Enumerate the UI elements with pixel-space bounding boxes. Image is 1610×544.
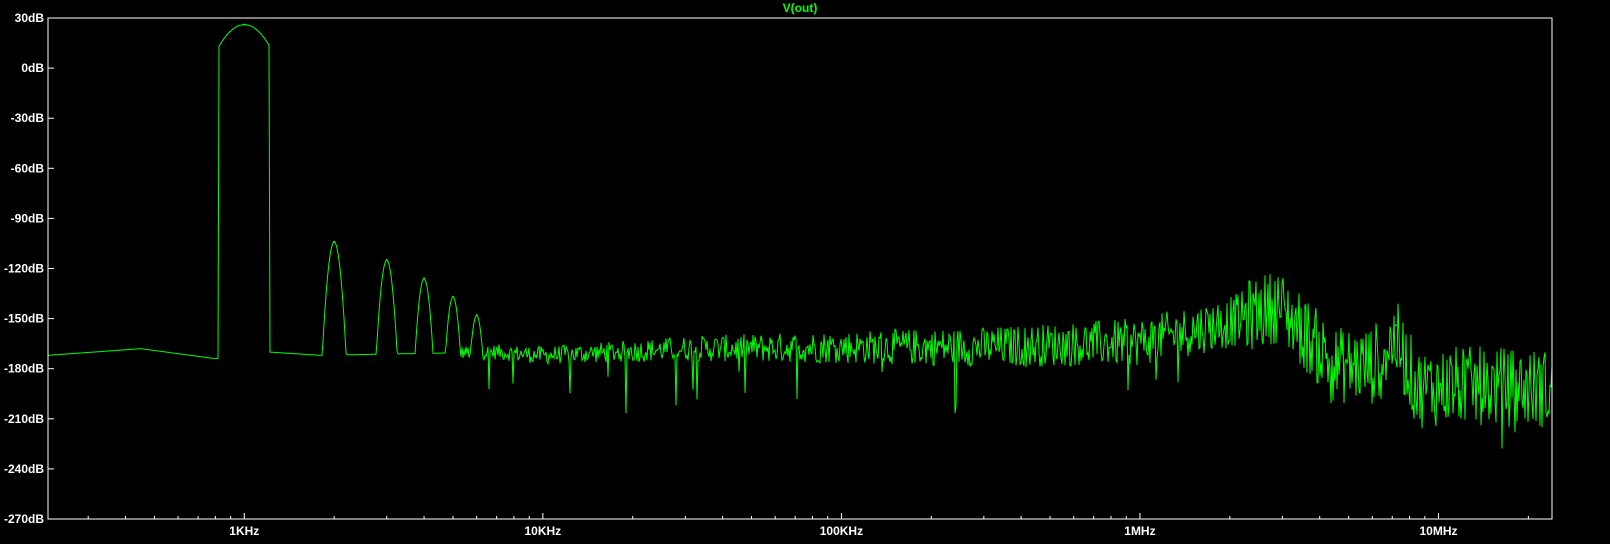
peak-point bbox=[451, 295, 454, 298]
peak-point bbox=[1394, 324, 1397, 327]
peak-point bbox=[243, 23, 246, 26]
y-tick-label: -240dB bbox=[4, 462, 44, 476]
peak-point bbox=[385, 259, 388, 262]
y-tick-label: 30dB bbox=[15, 11, 45, 25]
y-tick-label: -90dB bbox=[11, 211, 45, 225]
y-tick-label: 0dB bbox=[21, 61, 44, 75]
chart-title: V(out) bbox=[783, 1, 818, 15]
peak-point bbox=[423, 277, 426, 280]
plot-background bbox=[0, 0, 1610, 544]
y-tick-label: -210dB bbox=[4, 412, 44, 426]
x-tick-label: 1MHz bbox=[1124, 524, 1155, 538]
y-tick-label: -270dB bbox=[4, 512, 44, 526]
fft-plot: V(out) 30dB 0dB -30dB -60dB -90dB -120dB -150d… bbox=[0, 0, 1610, 544]
y-tick-label: -30dB bbox=[11, 111, 45, 125]
y-tick-label: -60dB bbox=[11, 161, 45, 175]
x-tick-label: 100KHz bbox=[820, 524, 863, 538]
x-tick-label: 10MHz bbox=[1419, 524, 1457, 538]
peak-point bbox=[475, 314, 478, 317]
y-tick-label: -150dB bbox=[4, 312, 44, 326]
x-tick-label: 10KHz bbox=[525, 524, 562, 538]
y-tick-label: -120dB bbox=[4, 262, 44, 276]
y-tick-label: -180dB bbox=[4, 362, 44, 376]
peak-point bbox=[333, 240, 336, 243]
x-tick-label: 1KHz bbox=[229, 524, 259, 538]
peak-point bbox=[1276, 295, 1279, 298]
